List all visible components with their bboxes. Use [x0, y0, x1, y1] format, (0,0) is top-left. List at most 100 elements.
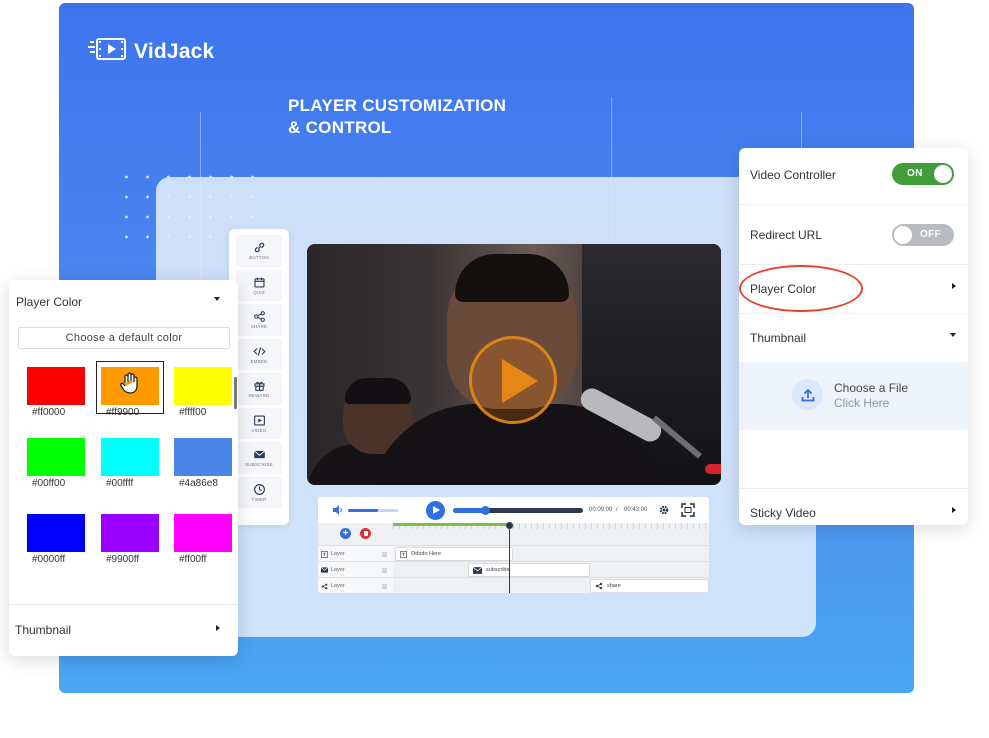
volume-level	[348, 509, 378, 512]
add-layer-button[interactable]: +	[340, 528, 351, 539]
upload-subtitle: Click Here	[834, 396, 890, 410]
chevron-right-icon	[952, 283, 956, 289]
swatch-hex-label: #00ffff	[106, 478, 134, 489]
setting-thumbnail[interactable]: Thumbnail	[739, 314, 968, 362]
upload-icon	[792, 379, 823, 410]
chevron-right-icon[interactable]	[216, 625, 220, 631]
color-swatch[interactable]: #00ff00	[27, 438, 87, 492]
toggle-state: ON	[907, 168, 923, 179]
seek-progress	[453, 506, 490, 515]
tool-embed[interactable]: EMBED	[236, 338, 282, 370]
seek-handle[interactable]	[480, 506, 490, 515]
tool-subscribe[interactable]: SUBSCRIBE	[236, 442, 282, 474]
delete-layer-button[interactable]	[360, 528, 371, 539]
color-swatch[interactable]: #4a86e8	[174, 438, 234, 492]
file-upload-dropzone[interactable]: Choose a File Click Here	[739, 362, 968, 430]
color-swatch[interactable]: #0000ff	[27, 514, 87, 568]
tool-share[interactable]: SHARE	[236, 304, 282, 336]
timeline-row[interactable]: Layer share	[318, 577, 709, 593]
video-icon	[253, 415, 265, 426]
thumbnail-section-label[interactable]: Thumbnail	[15, 623, 71, 637]
headline-line-2: & CONTROL	[288, 118, 392, 137]
seek-bar[interactable]	[453, 506, 583, 515]
choose-default-color-button[interactable]: Choose a default color	[18, 327, 230, 349]
volume-slider[interactable]	[348, 509, 398, 512]
film-icon	[88, 37, 128, 66]
swatch-fill	[27, 438, 85, 476]
player-controls: 00:09:00 / 00:43:00 + Layer Ododo Here L…	[318, 497, 709, 593]
color-swatch[interactable]: #ff00ff	[174, 514, 234, 568]
drag-handle-icon[interactable]	[382, 567, 387, 573]
time-separator: /	[616, 507, 618, 513]
fullscreen-icon[interactable]	[681, 503, 695, 517]
panel-scrollbar[interactable]	[234, 377, 237, 409]
layer-name: Layer	[331, 583, 345, 589]
upload-title: Choose a File	[834, 381, 909, 395]
clock-icon	[253, 483, 265, 495]
text-icon	[321, 550, 328, 558]
current-time: 00:09:00	[589, 507, 613, 513]
chevron-right-icon	[952, 507, 956, 513]
swatch-hex-label: #ff00ff	[179, 554, 207, 565]
timeline-clip[interactable]: share	[590, 579, 709, 593]
swatch-hex-label: #00ff00	[32, 478, 66, 489]
hand-cursor-icon	[120, 372, 138, 394]
trash-icon	[363, 531, 368, 536]
calendar-icon	[253, 277, 265, 288]
video-preview[interactable]	[307, 244, 721, 485]
toggle-knob	[934, 165, 952, 183]
mail-icon	[253, 450, 265, 459]
setting-sticky-video[interactable]: Sticky Video	[739, 489, 968, 525]
playhead[interactable]	[506, 522, 513, 593]
color-swatch[interactable]: #ffff00	[174, 367, 234, 421]
drag-handle-icon[interactable]	[382, 583, 387, 589]
highlight-annotation	[739, 265, 863, 312]
play-pause-button[interactable]	[426, 501, 445, 520]
mail-icon	[321, 567, 328, 573]
color-swatch[interactable]: #ff0000	[27, 367, 87, 421]
timeline-clip[interactable]: Ododo Here	[395, 547, 513, 561]
video-controller-toggle[interactable]: ON	[892, 163, 954, 185]
toggle-state: OFF	[920, 229, 942, 240]
tool-timer[interactable]: TIMER	[236, 476, 282, 508]
volume-icon[interactable]	[332, 504, 344, 516]
timeline-active-range	[393, 523, 508, 526]
chevron-down-icon[interactable]	[214, 297, 220, 301]
tool-quiz[interactable]: QUIZ	[236, 269, 282, 301]
swatch-hex-label: #ff0000	[32, 407, 66, 418]
layer-header: Layer	[318, 562, 393, 578]
playhead-knob[interactable]	[506, 522, 513, 529]
link-icon	[254, 243, 264, 253]
video-figure	[455, 254, 569, 302]
tool-video[interactable]: VIDEO	[236, 407, 282, 439]
redirect-url-toggle[interactable]: OFF	[892, 224, 954, 246]
layer-timeline: + Layer Ododo Here Layer subscribe Layer…	[318, 522, 709, 593]
layer-header: Layer	[318, 578, 393, 593]
page-headline: PLAYER CUSTOMIZATION & CONTROL	[288, 95, 506, 139]
toggle-knob	[894, 226, 912, 244]
drag-handle-icon[interactable]	[382, 551, 387, 557]
clip-label: share	[607, 583, 621, 589]
player-color-panel: Player Color Choose a default color #ff0…	[9, 280, 238, 656]
tool-button[interactable]: BUTTON	[236, 235, 282, 267]
timeline-row[interactable]: Layer subscribe	[318, 561, 709, 578]
swatch-fill	[174, 514, 232, 552]
share-icon	[321, 583, 328, 589]
color-swatch[interactable]: #9900ff	[101, 514, 161, 568]
swatch-hex-label: #9900ff	[106, 554, 140, 565]
tool-label: TIMER	[251, 496, 267, 502]
play-icon[interactable]	[469, 336, 557, 424]
layer-name: Layer	[331, 567, 345, 573]
tool-reward[interactable]: REWARD	[236, 373, 282, 405]
swatch-fill	[174, 367, 232, 405]
text-icon	[400, 550, 407, 558]
timeline-clip[interactable]: subscribe	[468, 563, 590, 577]
play-icon	[433, 506, 440, 514]
tool-label: VIDEO	[251, 427, 267, 433]
gear-icon[interactable]	[658, 504, 670, 516]
timeline-row[interactable]: Layer Ododo Here	[318, 545, 709, 562]
color-swatch[interactable]: #00ffff	[101, 438, 161, 492]
swatch-hex-label: #0000ff	[32, 554, 66, 565]
code-icon	[252, 347, 266, 356]
gift-icon	[254, 382, 264, 392]
